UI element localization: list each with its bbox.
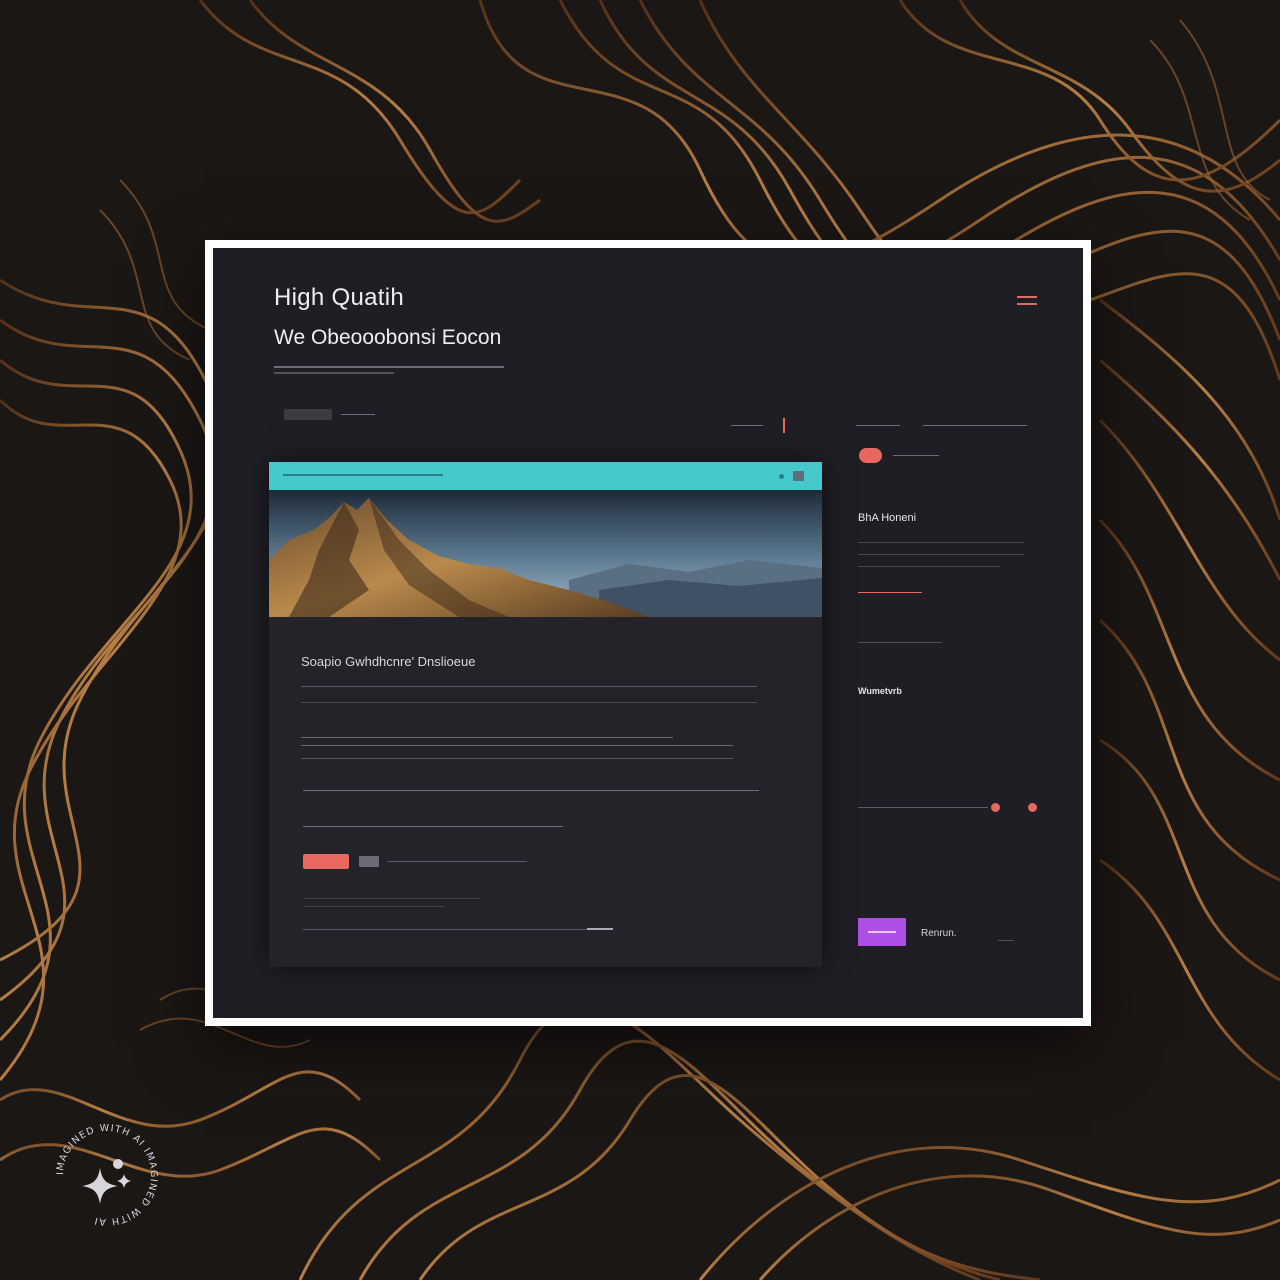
status-dot-icon	[779, 474, 784, 479]
sidebar-slider-knob-2[interactable]	[1028, 803, 1037, 812]
nav-active-indicator	[783, 418, 785, 433]
card-divider	[301, 686, 757, 687]
sidebar-heading: BhA Honeni	[858, 512, 917, 524]
card-title: Soapio Gwhdhcnre' Dnslioeue	[301, 654, 476, 669]
svg-text:IMAGINED WITH AI IMAGINED WITH: IMAGINED WITH AI IMAGINED WITH AI	[55, 1123, 159, 1227]
status-toggle-label	[893, 455, 939, 456]
nav-chip[interactable]	[284, 409, 332, 420]
sidebar-text-line	[858, 542, 1024, 543]
status-toggle[interactable]	[859, 448, 882, 463]
card-text-line	[301, 758, 733, 759]
window-control-icon[interactable]	[793, 471, 804, 481]
ai-badge: IMAGINED WITH AI IMAGINED WITH AI	[55, 1123, 159, 1227]
card-text-line	[301, 737, 673, 738]
card-footer-handle[interactable]	[587, 928, 613, 930]
purple-button-label: Renrun.	[921, 928, 957, 939]
read-more-button[interactable]	[303, 854, 349, 869]
card-header-bar	[269, 462, 822, 490]
hero-title: High Quatih	[274, 284, 405, 311]
hero-tagline-line-short	[274, 372, 394, 374]
card-meta-line	[303, 826, 563, 827]
card-footnote-line	[303, 906, 445, 907]
ai-sparkle-icon	[82, 1159, 131, 1204]
sidebar-slider-track[interactable]	[858, 807, 988, 808]
mockup-frame: High Quatih We Obeooobonsi Eocon Soapio …	[205, 240, 1091, 1026]
card-footnote-line	[303, 898, 481, 899]
nav-link-1[interactable]	[731, 420, 763, 430]
article-card: Soapio Gwhdhcnre' Dnslioeue	[269, 462, 822, 967]
sidebar-text-line	[858, 554, 1024, 555]
hero-subtitle: We Obeooobonsi Eocon	[274, 326, 502, 349]
badge-text: IMAGINED WITH AI IMAGINED WITH AI	[55, 1123, 158, 1227]
sidebar-text-line	[858, 566, 1000, 567]
sidebar-link-line[interactable]	[858, 642, 942, 643]
card-text-line	[301, 745, 733, 746]
sidebar-accent-line	[858, 592, 922, 593]
mountain-landscape-image	[269, 490, 822, 617]
card-text-line	[301, 702, 757, 703]
sidebar-section-label: Wumetvrb	[858, 686, 902, 696]
hero-tagline-line	[274, 366, 504, 368]
website-mockup-screen: High Quatih We Obeooobonsi Eocon Soapio …	[213, 248, 1083, 1018]
card-progress-track	[387, 861, 527, 862]
nav-link-2[interactable]	[856, 420, 900, 430]
nav-link-3[interactable]	[923, 420, 1027, 430]
purple-button-label-underline	[998, 940, 1014, 941]
hamburger-menu-icon[interactable]	[1017, 296, 1037, 308]
secondary-button[interactable]	[359, 856, 379, 867]
sidebar-slider-knob[interactable]	[991, 803, 1000, 812]
card-highlight-line	[303, 790, 759, 791]
card-footer-track[interactable]	[303, 929, 613, 930]
nav-chip-label	[341, 414, 375, 415]
purple-action-button[interactable]	[858, 918, 906, 946]
